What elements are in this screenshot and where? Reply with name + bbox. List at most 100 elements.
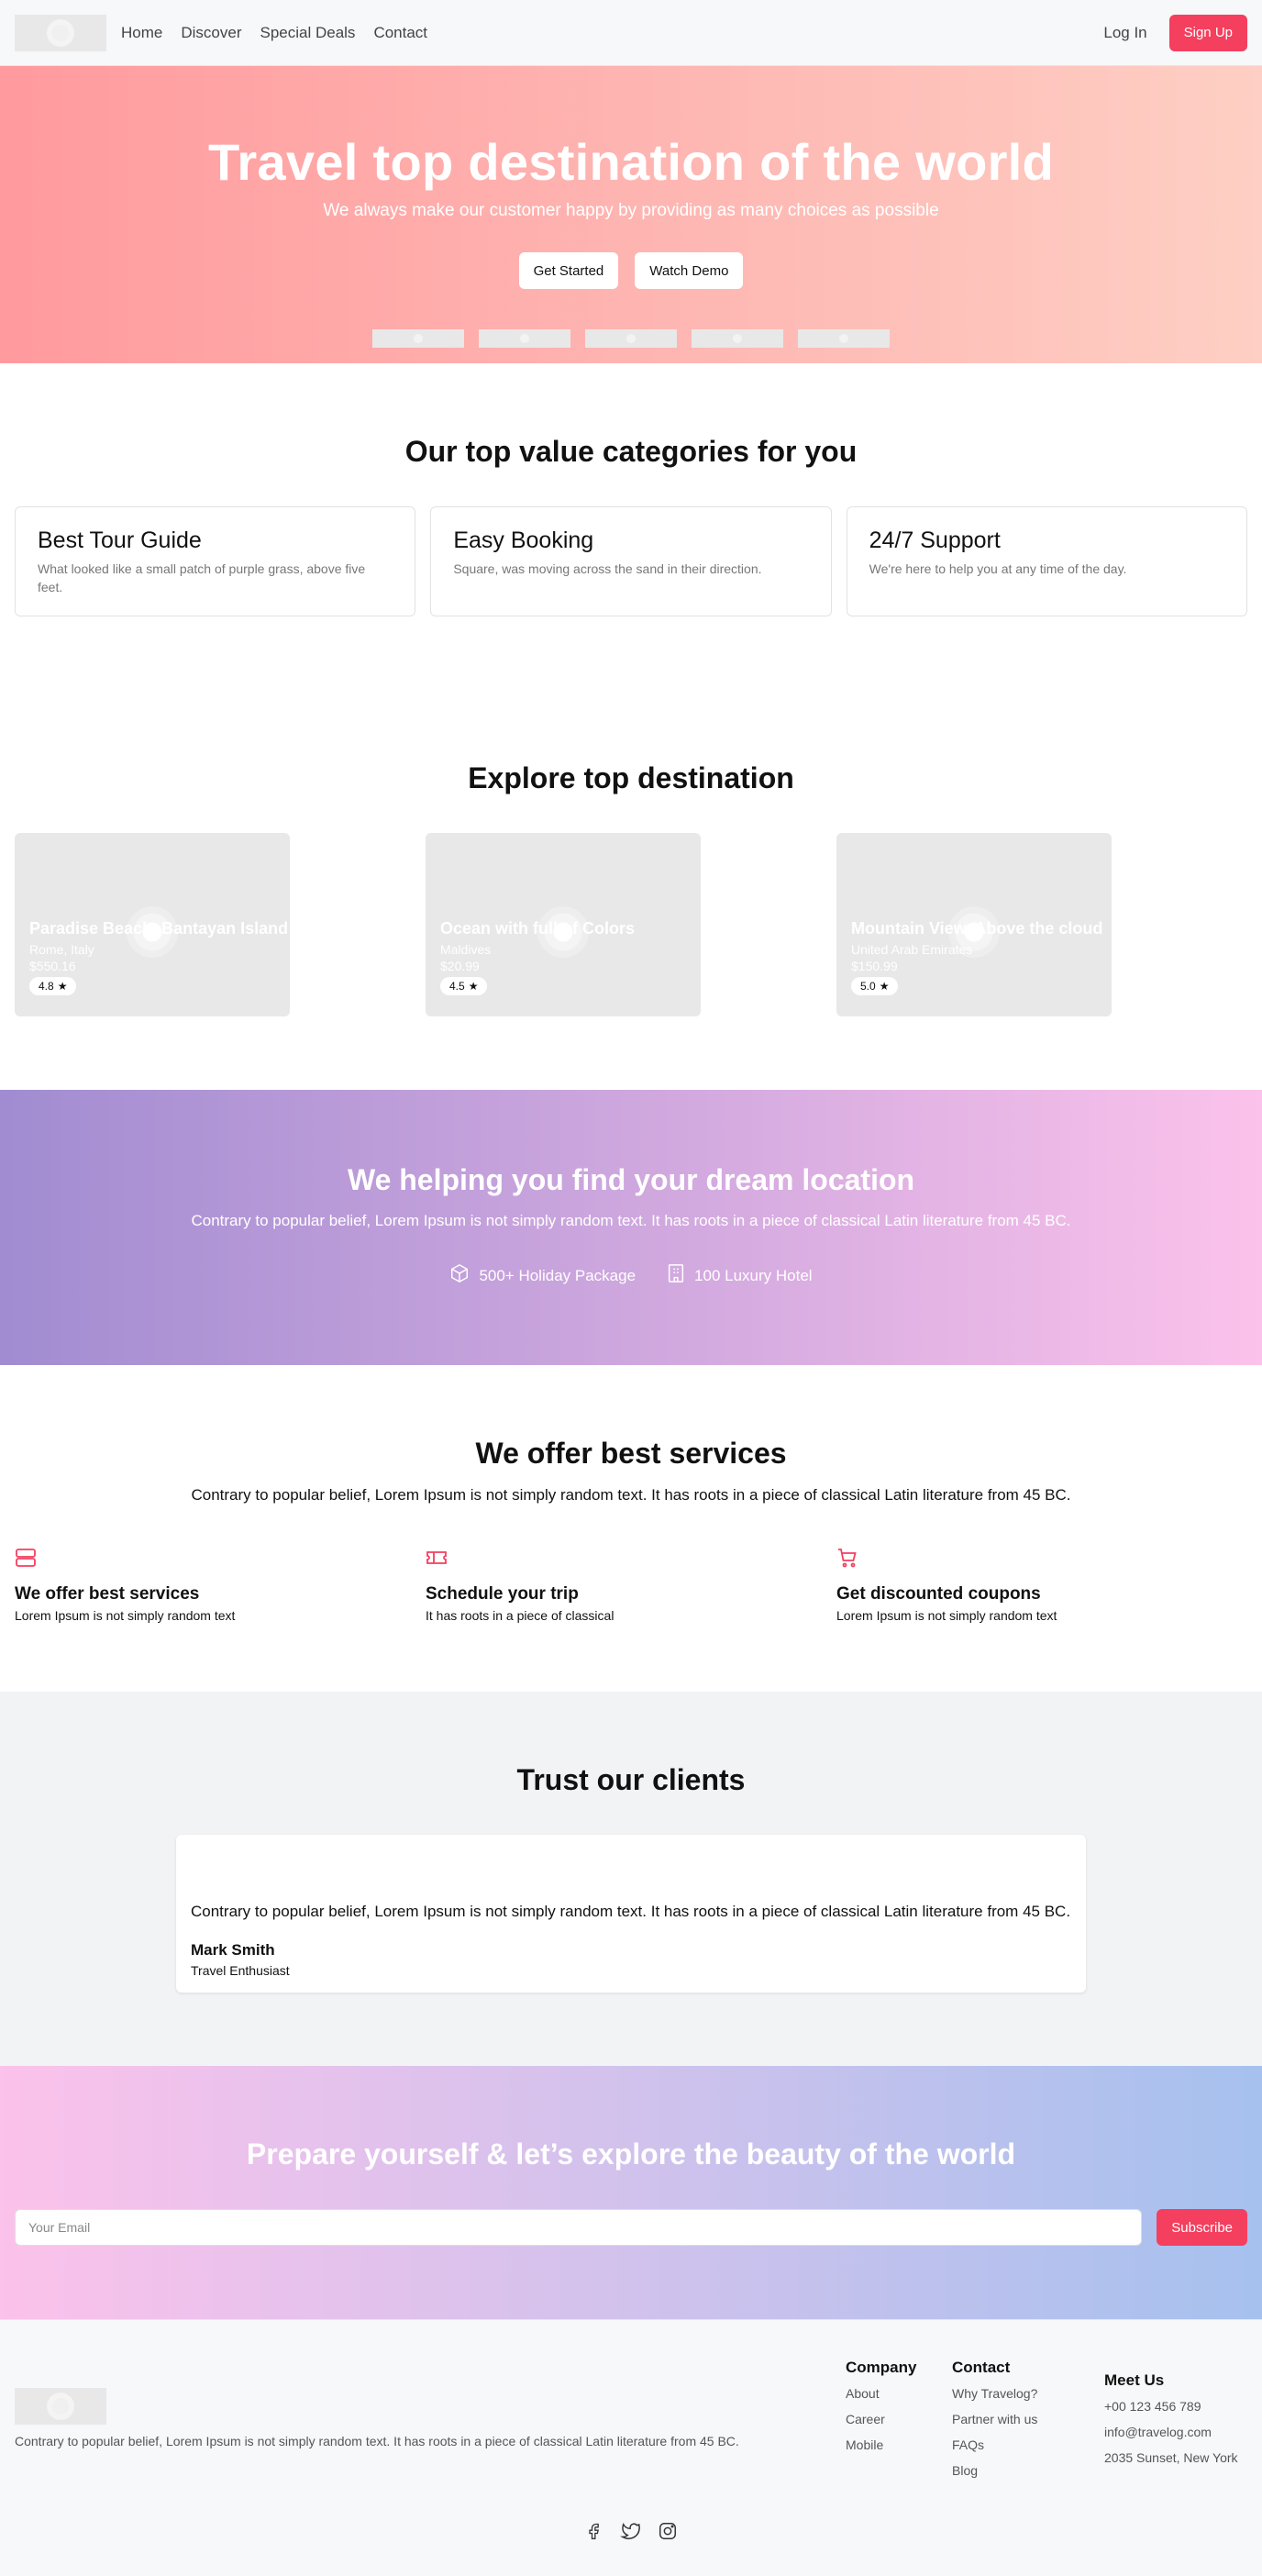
rating-value: 4.5 xyxy=(449,980,465,993)
service-item: We offer best services Lorem Ipsum is no… xyxy=(15,1547,426,1623)
testimonial-quote: Contrary to popular belief, Lorem Ipsum … xyxy=(191,1903,1071,1920)
services-subtitle: Contrary to popular belief, Lorem Ipsum … xyxy=(191,1486,1071,1504)
footer-link-partner[interactable]: Partner with us xyxy=(952,2412,1037,2426)
destination-price: $20.99 xyxy=(440,959,480,973)
footer: Contrary to popular belief, Lorem Ipsum … xyxy=(0,2319,1262,2576)
footer-link-blog[interactable]: Blog xyxy=(952,2463,1037,2478)
login-link[interactable]: Log In xyxy=(1103,24,1146,42)
footer-about: Contrary to popular belief, Lorem Ipsum … xyxy=(15,2434,739,2448)
dream-title: We helping you find your dream location xyxy=(347,1163,915,1196)
nav-link-discover[interactable]: Discover xyxy=(181,24,241,42)
package-icon xyxy=(449,1263,470,1288)
logo-image-icon xyxy=(52,24,69,41)
instagram-icon[interactable] xyxy=(657,2520,679,2542)
category-title: 24/7 Support xyxy=(869,527,1001,553)
footer-link-faqs[interactable]: FAQs xyxy=(952,2437,1037,2452)
stat-luxury-hotel: 100 Luxury Hotel xyxy=(667,1263,813,1288)
watch-demo-button[interactable]: Watch Demo xyxy=(635,252,744,289)
category-desc: Square, was moving across the sand in th… xyxy=(453,561,762,576)
footer-column-title: Meet Us xyxy=(1104,2371,1165,2389)
testimonial-role: Travel Enthusiast xyxy=(191,1963,290,1978)
star-icon: ★ xyxy=(57,980,68,993)
image-placeholder-icon xyxy=(733,334,742,343)
destinations-title: Explore top destination xyxy=(468,761,794,794)
subscribe-button[interactable]: Subscribe xyxy=(1157,2209,1247,2246)
category-title: Easy Booking xyxy=(453,527,594,553)
dream-subtitle: Contrary to popular belief, Lorem Ipsum … xyxy=(191,1212,1071,1229)
footer-link-why-travelog[interactable]: Why Travelog? xyxy=(952,2386,1037,2401)
twitter-icon[interactable] xyxy=(620,2520,642,2542)
server-icon xyxy=(15,1549,37,1572)
get-started-button[interactable]: Get Started xyxy=(518,252,619,289)
categories-title: Our top value categories for you xyxy=(404,435,858,468)
dream-location-section: We helping you find your dream location … xyxy=(0,1090,1262,1365)
email-input[interactable] xyxy=(15,2209,1143,2246)
partner-logo xyxy=(798,329,890,348)
category-card: Easy Booking Square, was moving across t… xyxy=(430,506,832,616)
rating-value: 5.0 xyxy=(860,980,876,993)
hero-title: Travel top destination of the world xyxy=(207,133,1055,191)
subscribe-form: Subscribe xyxy=(15,2209,1247,2246)
footer-column-title: Company xyxy=(846,2359,917,2376)
image-placeholder-icon xyxy=(626,334,636,343)
category-title: Best Tour Guide xyxy=(38,527,202,553)
category-desc: What looked like a small patch of purple… xyxy=(38,561,366,595)
hero-section: Travel top destination of the world We a… xyxy=(0,66,1262,363)
category-card: Best Tour Guide What looked like a small… xyxy=(15,506,416,616)
subscribe-section: Prepare yourself & let’s explore the bea… xyxy=(0,2066,1262,2319)
destination-location: Maldives xyxy=(440,942,492,957)
destination-location: Rome, Italy xyxy=(29,942,94,957)
cart-icon xyxy=(836,1549,858,1572)
ticket-icon xyxy=(426,1551,448,1572)
rating-badge: 5.0 ★ xyxy=(851,977,899,995)
destination-card[interactable]: Ocean with full of Colors Maldives $20.9… xyxy=(426,833,701,1016)
nav-link-contact[interactable]: Contact xyxy=(373,24,427,42)
footer-meet-column: Meet Us +00 123 456 789 info@travelog.co… xyxy=(1104,2371,1238,2476)
signup-button[interactable]: Sign Up xyxy=(1168,14,1247,51)
nav-link-special-deals[interactable]: Special Deals xyxy=(260,24,355,42)
footer-column-title: Contact xyxy=(952,2359,1011,2376)
service-title: We offer best services xyxy=(15,1584,200,1604)
destination-name: Mountain View, Above the cloud xyxy=(851,919,1103,938)
logo-image-icon xyxy=(52,2398,69,2415)
stat-label: 100 Luxury Hotel xyxy=(694,1266,813,1284)
rating-value: 4.8 xyxy=(39,980,54,993)
destinations-list: Paradise Beach, Bantayan Island Rome, It… xyxy=(15,833,1247,1016)
destination-name: Paradise Beach, Bantayan Island xyxy=(29,919,289,938)
partner-logos xyxy=(0,329,1262,348)
footer-link-career[interactable]: Career xyxy=(846,2412,916,2426)
destination-card[interactable]: Paradise Beach, Bantayan Island Rome, It… xyxy=(15,833,290,1016)
categories-list: Best Tour Guide What looked like a small… xyxy=(15,506,1247,616)
footer-phone: +00 123 456 789 xyxy=(1104,2399,1201,2414)
service-desc: Lorem Ipsum is not simply random text xyxy=(15,1608,236,1623)
image-placeholder-icon xyxy=(839,334,848,343)
footer-link-about[interactable]: About xyxy=(846,2386,916,2401)
top-navbar: Home Discover Special Deals Contact Log … xyxy=(0,0,1262,66)
partner-logo xyxy=(372,329,464,348)
testimonial-author: Mark Smith xyxy=(191,1941,275,1959)
destination-location: United Arab Emirates xyxy=(851,942,973,957)
service-title: Schedule your trip xyxy=(426,1584,579,1604)
footer-logo[interactable] xyxy=(15,2388,106,2425)
partner-logo xyxy=(692,329,783,348)
building-icon xyxy=(667,1263,685,1288)
stat-label: 500+ Holiday Package xyxy=(479,1266,637,1284)
destination-price: $550.16 xyxy=(29,959,76,973)
service-item: Schedule your trip It has roots in a pie… xyxy=(426,1547,836,1623)
nav-links: Home Discover Special Deals Contact xyxy=(121,24,427,42)
facebook-icon[interactable] xyxy=(583,2520,605,2542)
category-desc: We're here to help you at any time of th… xyxy=(869,561,1127,576)
footer-address: 2035 Sunset, New York xyxy=(1104,2450,1238,2465)
destination-price: $150.99 xyxy=(851,959,898,973)
social-links xyxy=(0,2520,1262,2542)
image-placeholder-icon xyxy=(414,334,423,343)
nav-link-home[interactable]: Home xyxy=(121,24,162,42)
logo[interactable] xyxy=(15,14,106,51)
footer-link-mobile[interactable]: Mobile xyxy=(846,2437,916,2452)
stat-holiday-package: 500+ Holiday Package xyxy=(449,1263,636,1288)
partner-logo xyxy=(479,329,570,348)
destination-card[interactable]: Mountain View, Above the cloud United Ar… xyxy=(836,833,1112,1016)
trust-title: Trust our clients xyxy=(516,1763,746,1796)
services-title: We offer best services xyxy=(475,1437,787,1470)
service-item: Get discounted coupons Lorem Ipsum is no… xyxy=(836,1547,1247,1623)
